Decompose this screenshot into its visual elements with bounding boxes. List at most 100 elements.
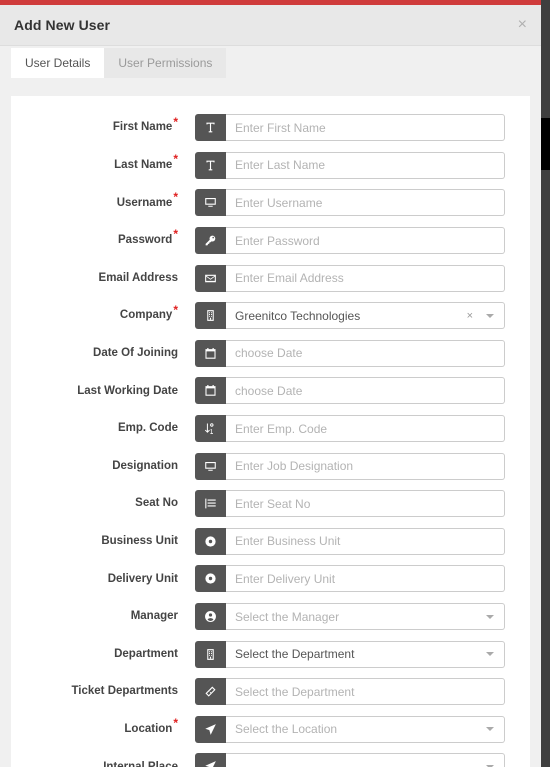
text-cursor-icon: [195, 114, 226, 142]
placeholder-text: Enter First Name: [235, 120, 326, 135]
select-company[interactable]: Greenitco Technologies ×: [226, 302, 505, 330]
form-row-emp-code: Emp. Code Enter Emp. Code: [11, 410, 530, 448]
placeholder-text: choose Date: [235, 346, 303, 361]
building-icon: [195, 640, 226, 668]
monitor-icon: [195, 189, 226, 217]
input-delivery-unit[interactable]: Enter Delivery Unit: [226, 565, 505, 593]
form-row-seat-no: Seat No Enter Seat No: [11, 485, 530, 523]
input-group-username: Enter Username: [195, 189, 505, 217]
input-group-internal-place: [195, 753, 505, 767]
input-email-address[interactable]: Enter Email Address: [226, 264, 505, 292]
input-date-of-joining[interactable]: choose Date: [226, 339, 505, 367]
input-group-department: Select the Department: [195, 640, 505, 668]
placeholder-text: Enter Email Address: [235, 271, 344, 286]
form-row-internal-place: Internal Place: [11, 748, 530, 767]
label-text: Department: [114, 647, 178, 660]
user-details-form: First Name* Enter First Name Last Name* Ent…: [11, 109, 530, 767]
modal-header: Add New User ×: [0, 5, 541, 46]
tab-user-permissions[interactable]: User Permissions: [104, 48, 227, 78]
input-designation[interactable]: Enter Job Designation: [226, 452, 505, 480]
input-last-name[interactable]: Enter Last Name: [226, 151, 505, 179]
page-scrollbar-track[interactable]: [541, 0, 550, 767]
select-department[interactable]: Select the Department: [226, 640, 505, 668]
input-business-unit[interactable]: Enter Business Unit: [226, 527, 505, 555]
input-emp-code[interactable]: Enter Emp. Code: [226, 415, 505, 443]
add-new-user-modal: Add New User × User Details User Permissi…: [0, 0, 541, 767]
label-text: Last Working Date: [77, 384, 178, 397]
input-password[interactable]: Enter Password: [226, 227, 505, 255]
input-group-company: Greenitco Technologies ×: [195, 302, 505, 330]
input-group-delivery-unit: Enter Delivery Unit: [195, 565, 505, 593]
input-username[interactable]: Enter Username: [226, 189, 505, 217]
required-asterisk: *: [173, 716, 178, 731]
label-department: Department: [11, 648, 178, 661]
placeholder-text: Enter Business Unit: [235, 534, 341, 549]
label-last-name: Last Name*: [11, 153, 178, 172]
calendar-icon: [195, 339, 226, 367]
label-location: Location*: [11, 717, 178, 736]
envelope-icon: [195, 264, 226, 292]
label-text: Internal Place: [103, 760, 178, 767]
close-icon[interactable]: ×: [518, 17, 527, 33]
monitor-icon: [195, 452, 226, 480]
form-row-username: Username* Enter Username: [11, 184, 530, 222]
label-email-address: Email Address: [11, 272, 178, 285]
form-row-business-unit: Business Unit Enter Business Unit: [11, 523, 530, 561]
label-business-unit: Business Unit: [11, 535, 178, 548]
label-designation: Designation: [11, 460, 178, 473]
input-group-last-working-date: choose Date: [195, 377, 505, 405]
select-location[interactable]: Select the Location: [226, 715, 505, 743]
label-internal-place: Internal Place: [11, 761, 178, 767]
chevron-down-icon[interactable]: [486, 614, 494, 619]
form-row-location: Location* Select the Location: [11, 711, 530, 749]
form-row-email-address: Email Address Enter Email Address: [11, 259, 530, 297]
input-group-password: Enter Password: [195, 227, 505, 255]
tab-user-details[interactable]: User Details: [11, 48, 105, 78]
input-last-working-date[interactable]: choose Date: [226, 377, 505, 405]
input-first-name[interactable]: Enter First Name: [226, 114, 505, 142]
location-arrow-icon: [195, 715, 226, 743]
input-group-emp-code: Enter Emp. Code: [195, 415, 505, 443]
form-row-password: Password* Enter Password: [11, 222, 530, 260]
label-text: Seat No: [135, 497, 178, 510]
select-manager[interactable]: Select the Manager: [226, 603, 505, 631]
required-asterisk: *: [173, 114, 178, 129]
chevron-down-icon[interactable]: [486, 652, 494, 657]
label-text: Company: [119, 309, 173, 322]
label-text: Designation: [112, 459, 178, 472]
label-delivery-unit: Delivery Unit: [11, 573, 178, 586]
required-asterisk: *: [173, 227, 178, 242]
input-ticket-departments[interactable]: Select the Department: [226, 678, 505, 706]
page-root: Add New User × User Details User Permissi…: [0, 0, 550, 767]
label-company: Company*: [11, 304, 178, 322]
placeholder-text: Select the Location: [235, 722, 338, 737]
input-group-business-unit: Enter Business Unit: [195, 527, 505, 555]
select-internal-place[interactable]: [226, 753, 505, 767]
label-text: Business Unit: [101, 535, 178, 547]
form-row-ticket-departments: Ticket Departments Select the Department: [11, 673, 530, 711]
label-text: Username: [116, 196, 173, 209]
location-arrow-icon: [195, 753, 226, 767]
text-cursor-icon: [195, 151, 226, 179]
clear-selection-icon[interactable]: ×: [467, 310, 473, 322]
form-row-last-working-date: Last Working Date choose Date: [11, 372, 530, 410]
label-ticket-departments: Ticket Departments: [11, 685, 178, 698]
label-text: Delivery Unit: [107, 572, 178, 585]
calendar-icon: [195, 377, 226, 405]
page-scrollbar-thumb[interactable]: [541, 118, 550, 170]
label-emp-code: Emp. Code: [11, 422, 178, 435]
selected-value: Select the Department: [235, 647, 355, 662]
chevron-down-icon[interactable]: [486, 727, 494, 732]
label-password: Password*: [11, 228, 178, 247]
selected-value: Greenitco Technologies: [235, 308, 361, 323]
placeholder-text: choose Date: [235, 383, 303, 398]
form-row-designation: Designation Enter Job Designation: [11, 447, 530, 485]
label-text: Password: [118, 234, 173, 247]
user-details-panel: First Name* Enter First Name Last Name* Ent…: [11, 96, 530, 767]
input-group-email-address: Enter Email Address: [195, 264, 505, 292]
input-seat-no[interactable]: Enter Seat No: [226, 490, 505, 518]
building-icon: [195, 302, 226, 330]
label-text: Location: [124, 722, 173, 735]
chevron-down-icon[interactable]: [486, 313, 494, 318]
label-text: Emp. Code: [117, 422, 178, 435]
